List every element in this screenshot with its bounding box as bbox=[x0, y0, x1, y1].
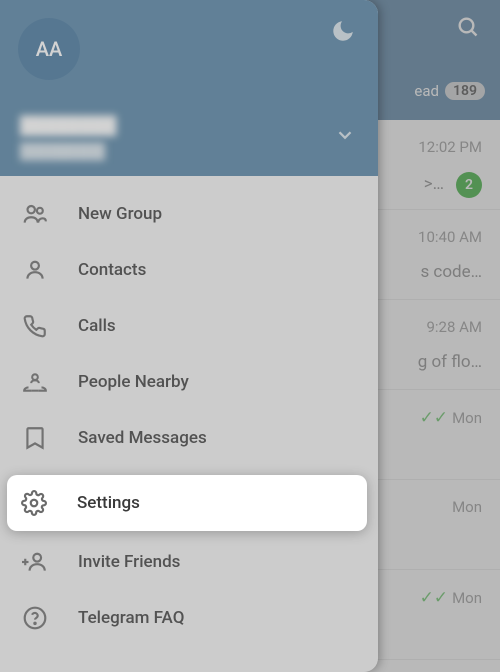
navigation-drawer: AA ████████ ████████ New Group Contacts … bbox=[0, 0, 378, 672]
menu-label: People Nearby bbox=[78, 372, 189, 392]
menu-calls[interactable]: Calls bbox=[0, 298, 378, 354]
menu-settings-highlighted[interactable]: Settings bbox=[7, 475, 367, 531]
chat-preview: g of flo… bbox=[418, 352, 482, 372]
menu-label: Invite Friends bbox=[78, 552, 180, 572]
menu-saved-messages[interactable]: Saved Messages bbox=[0, 410, 378, 466]
menu-label: New Group bbox=[78, 204, 162, 224]
menu-contacts[interactable]: Contacts bbox=[0, 242, 378, 298]
menu-label: Contacts bbox=[78, 260, 146, 280]
checkmarks-icon: ✓✓ bbox=[420, 588, 449, 608]
menu-label: Telegram FAQ bbox=[78, 608, 184, 628]
unread-count-badge: 189 bbox=[445, 82, 485, 100]
phone-icon bbox=[22, 313, 48, 339]
menu-faq[interactable]: Telegram FAQ bbox=[0, 590, 378, 646]
nearby-icon bbox=[22, 369, 48, 395]
search-icon[interactable] bbox=[456, 15, 480, 39]
chevron-down-icon[interactable] bbox=[334, 124, 356, 146]
menu-new-group[interactable]: New Group bbox=[0, 186, 378, 242]
group-icon bbox=[22, 201, 48, 227]
chat-preview: >… bbox=[424, 174, 444, 194]
person-icon bbox=[22, 257, 48, 283]
menu-label: Settings bbox=[77, 493, 140, 513]
night-mode-icon[interactable] bbox=[330, 18, 356, 44]
menu-label: Saved Messages bbox=[78, 428, 207, 448]
checkmarks-icon: ✓✓ bbox=[420, 408, 449, 428]
avatar[interactable]: AA bbox=[18, 18, 80, 80]
menu-label: Calls bbox=[78, 316, 116, 336]
invite-icon bbox=[22, 549, 48, 575]
chat-preview: s code… bbox=[420, 262, 482, 282]
drawer-menu: New Group Contacts Calls People Nearby S… bbox=[0, 176, 378, 646]
menu-people-nearby[interactable]: People Nearby bbox=[0, 354, 378, 410]
unread-badge: 2 bbox=[456, 172, 482, 198]
help-icon bbox=[22, 605, 48, 631]
account-phone: ████████ bbox=[20, 142, 105, 160]
drawer-header: AA ████████ ████████ bbox=[0, 0, 378, 176]
gear-icon bbox=[21, 490, 47, 516]
tab-unread[interactable]: ead 189 bbox=[414, 82, 485, 100]
tab-label: ead bbox=[414, 82, 439, 100]
bookmark-icon bbox=[22, 425, 48, 451]
menu-invite-friends[interactable]: Invite Friends bbox=[0, 534, 378, 590]
account-name: ████████ bbox=[20, 116, 116, 136]
